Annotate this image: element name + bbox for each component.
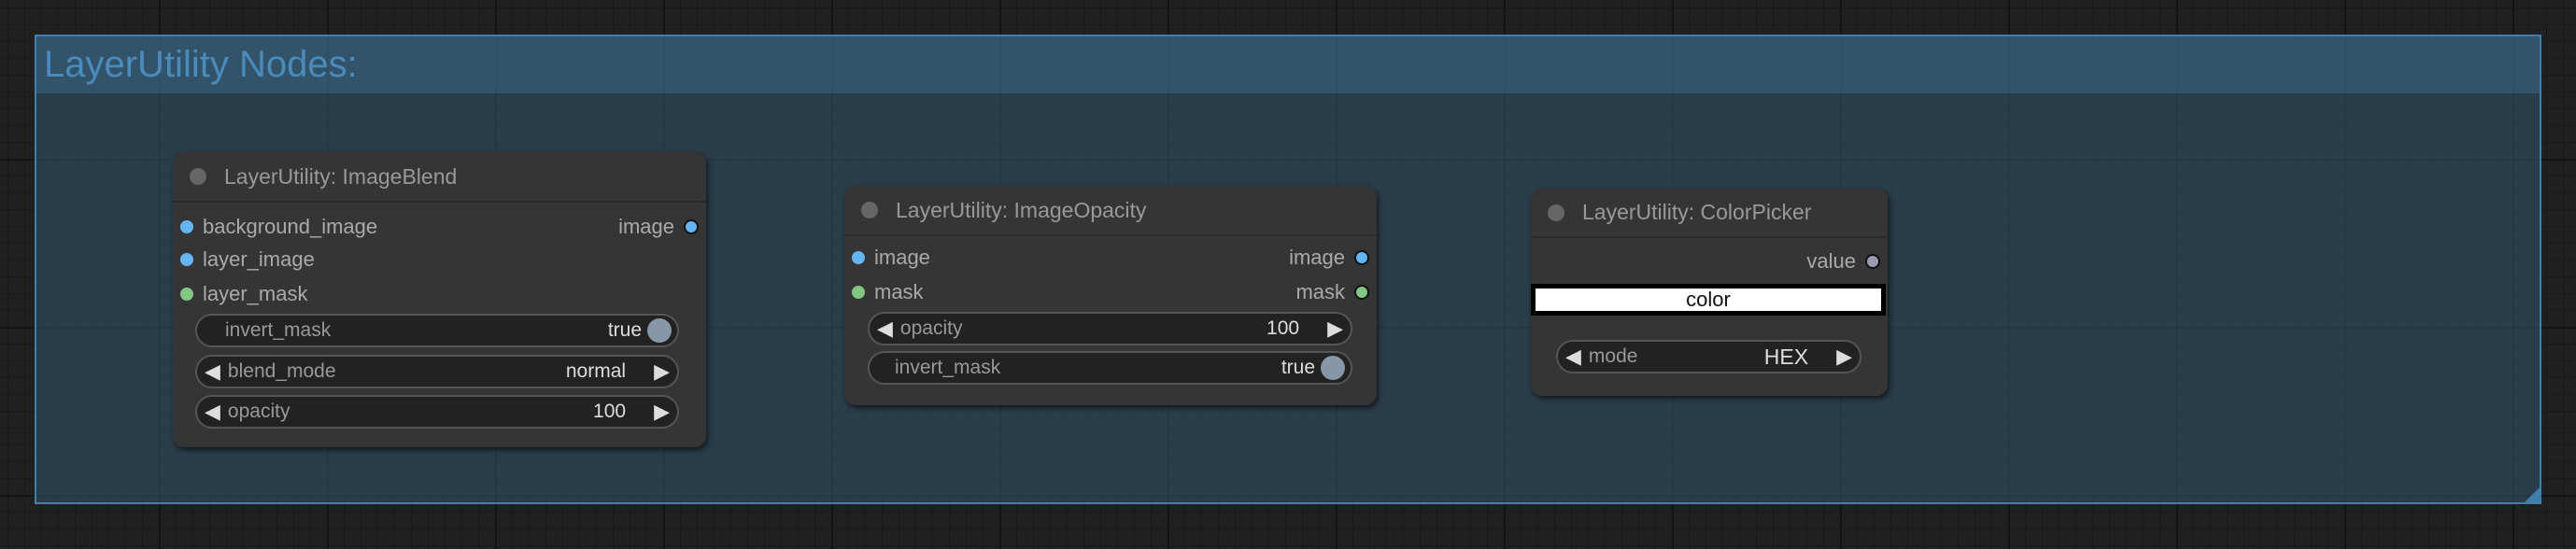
widget-opacity[interactable]: ◀ opacity 100 ▶ [868, 312, 1352, 345]
widget-invert-mask[interactable]: invert_mask true [868, 351, 1352, 385]
node-title: LayerUtility: ImageOpacity [896, 197, 1147, 222]
slot-dot-icon[interactable] [180, 220, 193, 233]
output-slot-image[interactable]: image [618, 213, 699, 241]
node-imageblend[interactable]: LayerUtility: ImageBlend background_imag… [173, 152, 706, 447]
toggle-knob-icon[interactable] [1321, 356, 1345, 380]
collapse-dot-icon[interactable] [861, 202, 878, 218]
input-slot-background-image[interactable]: background_image [180, 213, 377, 241]
node-imageopacity[interactable]: LayerUtility: ImageOpacity image mask im… [844, 186, 1377, 405]
widget-opacity[interactable]: ◀ opacity 100 ▶ [195, 395, 679, 429]
color-button[interactable]: color [1531, 284, 1886, 316]
slot-dot-icon[interactable] [180, 288, 193, 301]
slot-dot-icon[interactable] [852, 251, 865, 264]
widget-blend-mode[interactable]: ◀ blend_mode normal ▶ [195, 355, 679, 388]
widget-value: 100 [1267, 317, 1300, 339]
widget-value: HEX [1763, 344, 1809, 369]
node-title-bar[interactable]: LayerUtility: ColorPicker [1531, 189, 1888, 238]
output-slot-value[interactable]: value [1806, 247, 1880, 275]
widget-invert-mask[interactable]: invert_mask true [195, 314, 679, 347]
slot-label: image [1289, 246, 1345, 269]
node-title-bar[interactable]: LayerUtility: ImageBlend [173, 152, 706, 203]
node-colorpicker[interactable]: LayerUtility: ColorPicker value color ◀ m… [1531, 189, 1888, 396]
widget-value: true [1281, 357, 1315, 378]
arrow-left-icon[interactable]: ◀ [1558, 345, 1589, 369]
arrow-right-icon[interactable]: ▶ [1808, 345, 1860, 369]
slot-label: layer_image [203, 247, 315, 271]
slot-label: mask [874, 280, 924, 303]
widget-value: true [607, 319, 642, 341]
input-slot-layer-mask[interactable]: layer_mask [180, 280, 307, 308]
collapse-dot-icon[interactable] [190, 168, 206, 185]
group-resize-handle[interactable] [2525, 487, 2540, 502]
widget-value: normal [565, 360, 627, 382]
widget-label: opacity [227, 401, 290, 422]
node-title: LayerUtility: ColorPicker [1582, 200, 1812, 224]
input-slot-image[interactable]: image [852, 244, 930, 272]
input-slot-layer-image[interactable]: layer_image [180, 246, 315, 274]
slot-label: mask [1295, 280, 1345, 303]
slot-dot-icon[interactable] [852, 286, 865, 299]
input-slot-mask[interactable]: mask [852, 278, 924, 306]
slot-dot-icon[interactable] [1865, 254, 1880, 269]
slot-label: image [874, 246, 930, 269]
group-title[interactable]: LayerUtility Nodes: [36, 36, 2540, 93]
output-slot-mask[interactable]: mask [1295, 278, 1369, 306]
slot-label: value [1806, 249, 1856, 273]
widget-label: invert_mask [225, 319, 332, 341]
arrow-right-icon[interactable]: ▶ [626, 359, 677, 384]
output-slot-image[interactable]: image [1289, 244, 1369, 272]
node-title: LayerUtility: ImageBlend [224, 163, 458, 189]
widget-label: invert_mask [895, 357, 1001, 378]
toggle-knob-icon[interactable] [647, 318, 672, 343]
slot-dot-icon[interactable] [684, 219, 699, 234]
arrow-left-icon[interactable]: ◀ [197, 359, 228, 384]
widget-label: opacity [899, 317, 963, 339]
widget-label: blend_mode [227, 360, 336, 382]
widget-value: 100 [593, 401, 627, 422]
widget-mode[interactable]: ◀ mode HEX ▶ [1556, 340, 1861, 373]
arrow-left-icon[interactable]: ◀ [197, 400, 228, 424]
widget-label: mode [1588, 345, 1638, 367]
node-title-bar[interactable]: LayerUtility: ImageOpacity [844, 186, 1377, 236]
arrow-left-icon[interactable]: ◀ [870, 317, 900, 341]
slot-dot-icon[interactable] [180, 253, 193, 266]
slot-dot-icon[interactable] [1354, 285, 1369, 300]
slot-dot-icon[interactable] [1354, 250, 1369, 265]
arrow-right-icon[interactable]: ▶ [626, 400, 677, 424]
slot-label: layer_mask [203, 282, 308, 305]
arrow-right-icon[interactable]: ▶ [1299, 317, 1351, 341]
slot-label: background_image [203, 215, 378, 238]
collapse-dot-icon[interactable] [1548, 204, 1564, 221]
slot-label: image [618, 215, 674, 238]
